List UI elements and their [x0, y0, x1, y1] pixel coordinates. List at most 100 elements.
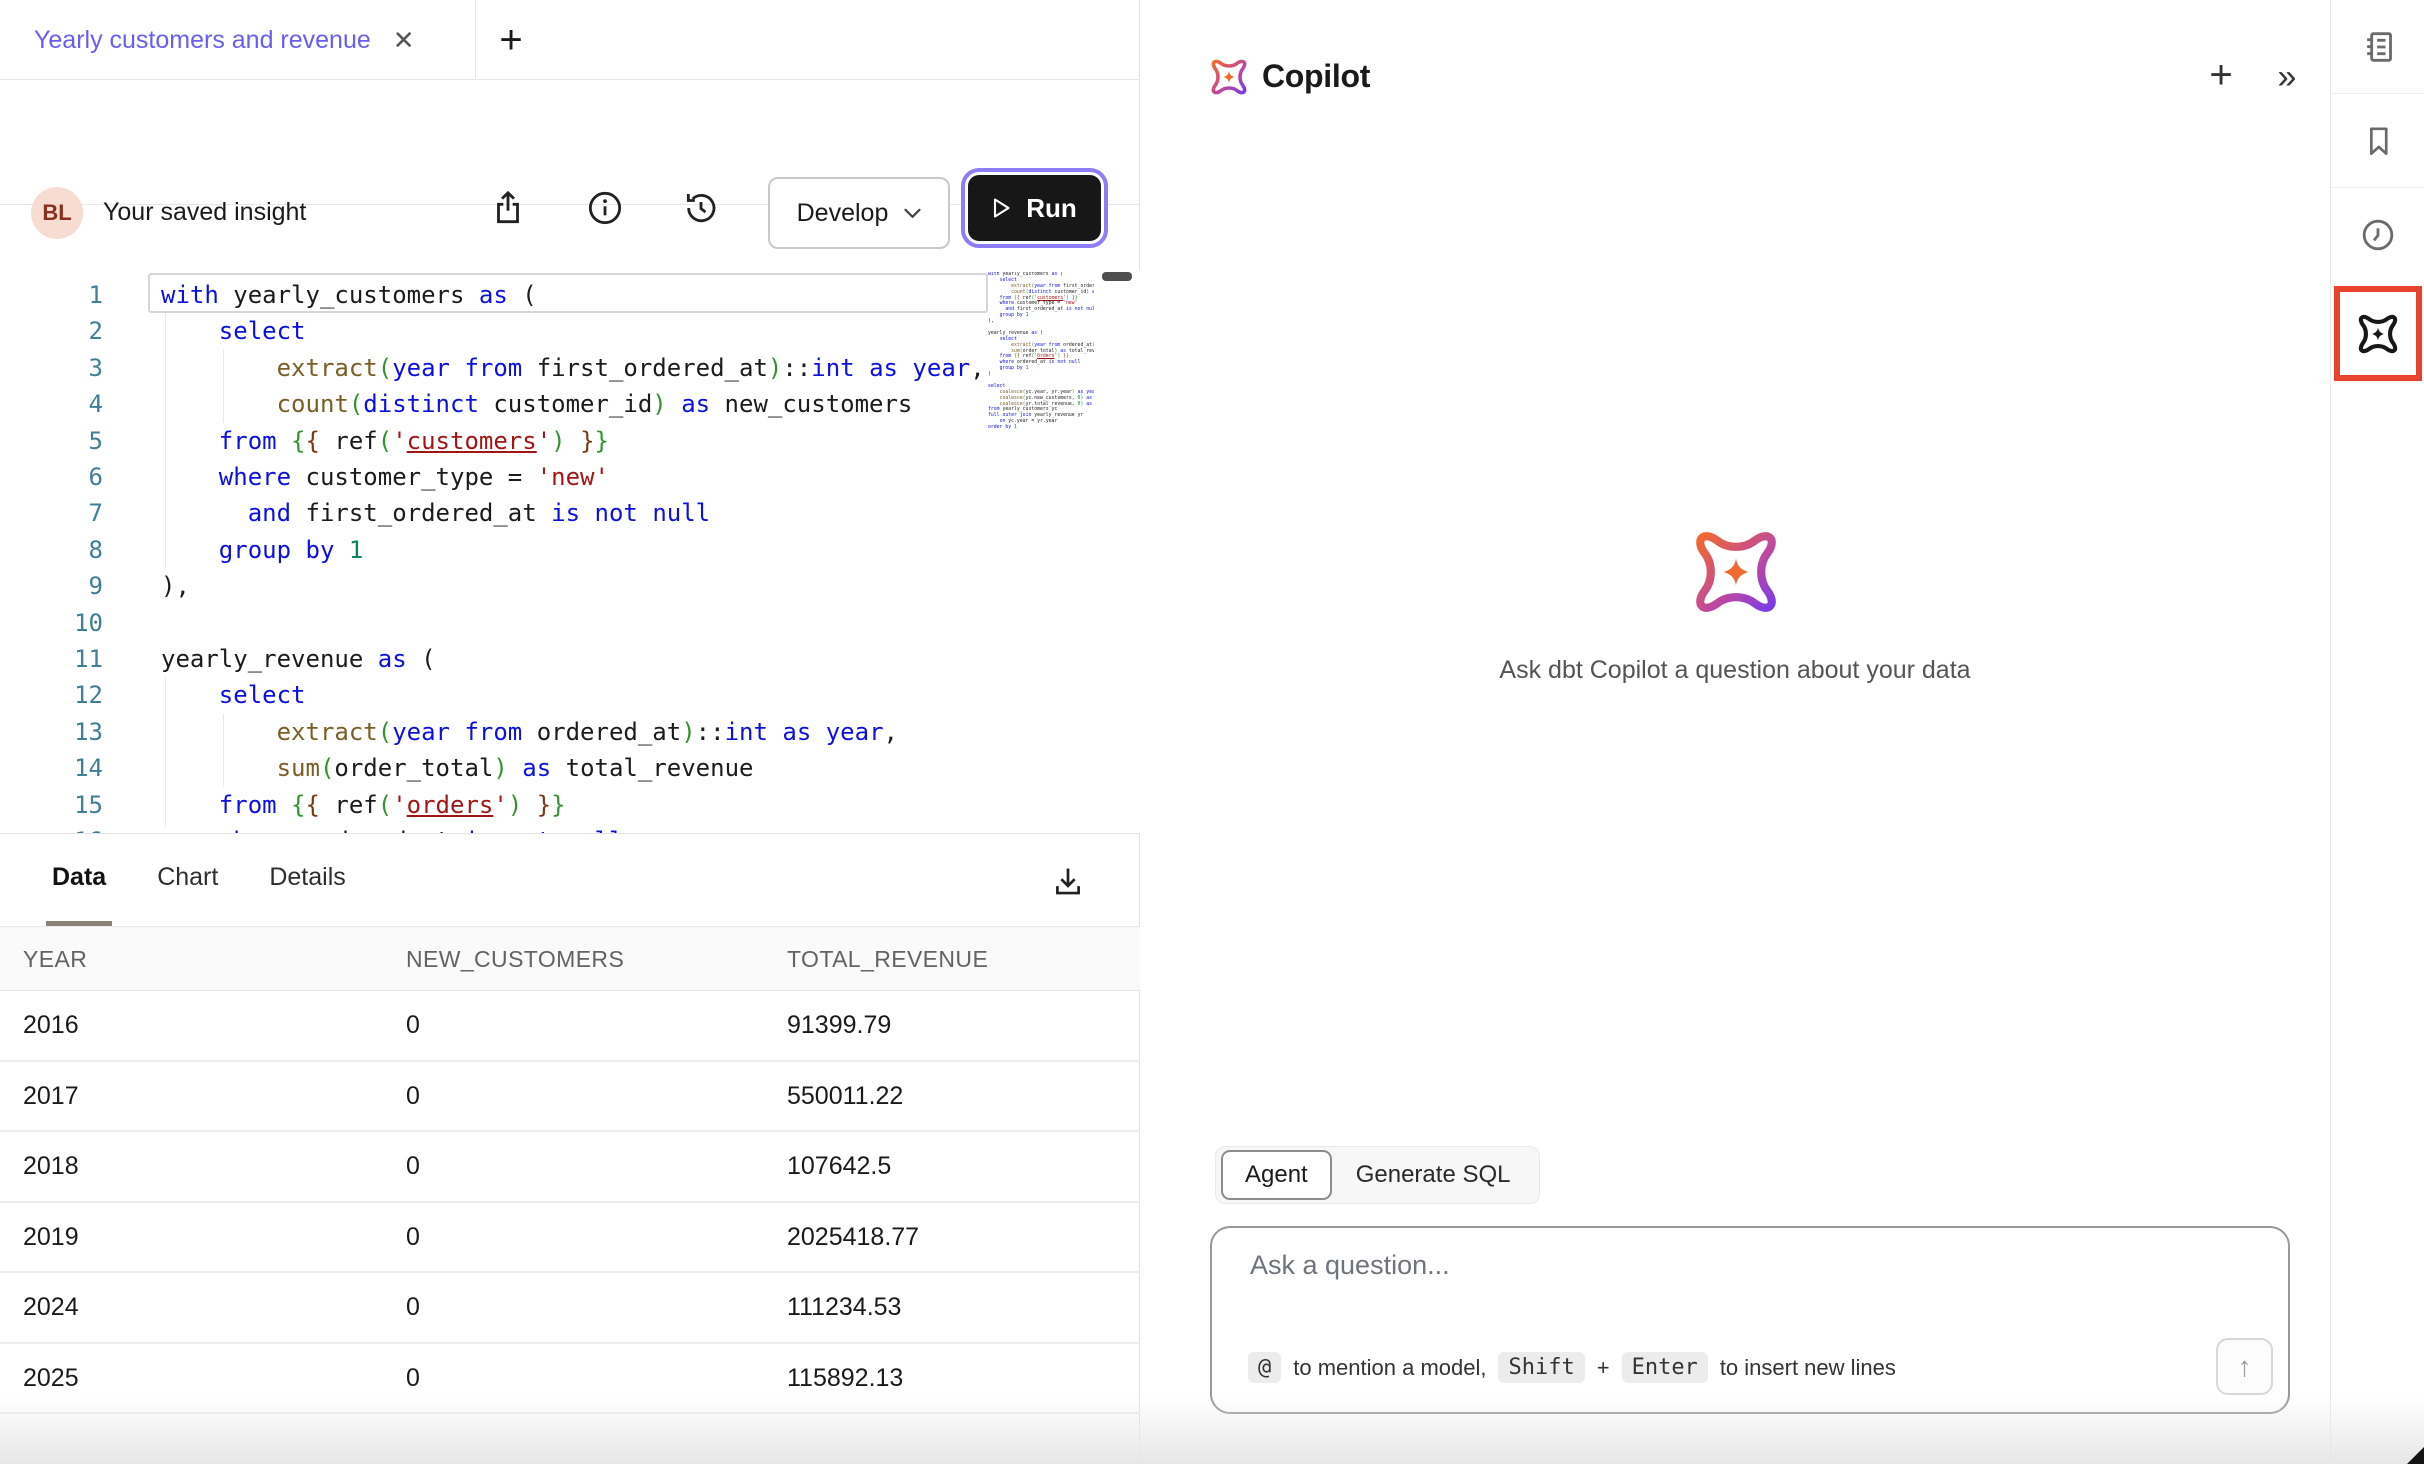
code-line: extract(year from first_ordered_at)::int…: [161, 350, 985, 386]
line-number: 3: [0, 350, 103, 386]
code-line: extract(year from ordered_at)::int as ye…: [161, 714, 898, 750]
line-number: 5: [0, 423, 103, 459]
minimap-line: order by 1: [988, 425, 1094, 431]
code-line: where customer_type = 'new': [161, 459, 609, 495]
mode-generate-sql-button[interactable]: Generate SQL: [1332, 1161, 1535, 1189]
table-cell: 2016: [23, 1011, 79, 1040]
code-line: select: [161, 313, 306, 349]
table-cell: 0: [406, 1011, 420, 1040]
table-cell: 0: [406, 1223, 420, 1252]
indent-guide: [165, 677, 166, 827]
line-number: 1: [0, 277, 103, 313]
app-window: Yearly customers and revenue ✕ + BL Your…: [0, 0, 2424, 1464]
line-number: 8: [0, 532, 103, 568]
table-cell: 115892.13: [787, 1364, 903, 1393]
hint-plus: +: [1597, 1355, 1610, 1381]
indent-guide: [223, 714, 224, 787]
table-header: YEAR NEW_CUSTOMERS TOTAL_REVENUE: [0, 926, 1140, 991]
column-header: NEW_CUSTOMERS: [406, 946, 624, 973]
copilot-panel: Copilot + » Ask dbt Copilot a question a…: [1140, 0, 2330, 1464]
enter-key-badge: Enter: [1622, 1352, 1708, 1383]
at-key-badge: @: [1248, 1352, 1281, 1383]
bookmark-icon: [2359, 122, 2397, 160]
tab-title: Yearly customers and revenue: [34, 26, 371, 55]
up-arrow-icon: ↑: [2238, 1351, 2252, 1383]
table-row: 2019 0 2025418.77: [0, 1203, 1140, 1274]
line-number: 14: [0, 750, 103, 786]
code-line: yearly_revenue as (: [161, 641, 436, 677]
sidebar-item-notebook[interactable]: [2331, 0, 2424, 94]
new-chat-button[interactable]: +: [2198, 52, 2244, 98]
code-line: with yearly_customers as (: [161, 277, 537, 313]
hint-newlines-text: to insert new lines: [1720, 1355, 1896, 1381]
table-cell: 91399.79: [787, 1011, 891, 1040]
resize-corner: [2407, 1447, 2424, 1464]
line-number: 12: [0, 677, 103, 713]
table-row: 20170550011.22: [0, 1062, 1140, 1133]
copilot-mode-toggle: Agent Generate SQL: [1215, 1146, 1540, 1204]
table-row: 2016 0 91399.79: [0, 991, 1140, 1062]
line-number: 10: [0, 605, 103, 641]
code-line: from {{ ref('orders') }}: [161, 787, 566, 823]
new-tab-button[interactable]: +: [488, 0, 534, 80]
editor-scrollbar-thumb[interactable]: [1102, 272, 1132, 281]
table-cell: 0: [406, 1082, 420, 1111]
close-tab-icon[interactable]: ✕: [393, 25, 415, 56]
table-cell: 0: [406, 1293, 420, 1322]
input-hint: @ to mention a model, Shift + Enter to i…: [1248, 1352, 1896, 1383]
table-cell: 0: [406, 1364, 420, 1393]
status-bar: Query completed in 6s Environment: PROD …: [0, 205, 1140, 270]
hint-mention-text: to mention a model,: [1293, 1355, 1486, 1381]
download-results-button[interactable]: [1044, 858, 1092, 906]
line-number: 9: [0, 568, 103, 604]
table-body: 2016091399.7920170550011.2220180107642.5…: [0, 991, 1140, 1414]
code-line: from {{ ref('customers') }}: [161, 423, 609, 459]
results-panel: DataChartDetails YEARNEW_CUSTOMERSTOTAL_…: [0, 833, 1140, 1464]
right-icon-sidebar: [2330, 0, 2424, 1464]
line-number: 6: [0, 459, 103, 495]
input-placeholder: Ask a question...: [1250, 1250, 1450, 1281]
editor-minimap[interactable]: with yearly_customers as ( select extrac…: [988, 272, 1094, 452]
table-cell: 2019: [23, 1223, 79, 1252]
sidebar-item-dbt-copilot-active[interactable]: [2334, 286, 2422, 381]
indent-guide: [165, 313, 166, 569]
download-icon: [1049, 863, 1087, 901]
tab-chart[interactable]: Chart: [151, 834, 224, 926]
code-line: count(distinct customer_id) as new_custo…: [161, 386, 912, 422]
line-number: 15: [0, 787, 103, 823]
sidebar-item-bookmarks[interactable]: [2331, 94, 2424, 188]
send-question-button[interactable]: ↑: [2216, 1338, 2273, 1395]
code-line: group by 1: [161, 532, 363, 568]
tab-yearly-customers-and-revenue[interactable]: Yearly customers and revenue ✕: [0, 0, 476, 80]
sql-code-editor[interactable]: 12345678910111213141516 with yearly_cust…: [0, 270, 1140, 833]
collapse-panel-icon[interactable]: »: [2264, 54, 2310, 100]
insight-toolbar: BL Your saved insight Develop: [0, 80, 1140, 205]
table-cell: 2024: [23, 1293, 79, 1322]
notebook-icon: [2358, 27, 2398, 67]
line-number: 2: [0, 313, 103, 349]
table-row: 2018 0 107642.5: [0, 1132, 1140, 1203]
sidebar-item-history[interactable]: [2331, 188, 2424, 282]
shift-key-badge: Shift: [1498, 1352, 1584, 1383]
table-cell: 107642.5: [787, 1152, 891, 1181]
column-header: TOTAL_REVENUE: [787, 946, 988, 973]
table-cell: 0: [406, 1152, 420, 1181]
indent-guide: [223, 350, 224, 423]
dbt-copilot-logo-icon: [1208, 56, 1250, 98]
code-line: ),: [161, 568, 190, 604]
table-cell: 550011.22: [787, 1082, 903, 1111]
dbt-copilot-empty-state-logo: [1688, 524, 1784, 620]
line-number: 11: [0, 641, 103, 677]
code-line: sum(order_total) as total_revenue: [161, 750, 753, 786]
tab-details[interactable]: Details: [263, 834, 351, 926]
results-tabs: DataChartDetails: [52, 834, 346, 926]
copilot-title: Copilot: [1262, 58, 1370, 95]
tab-data[interactable]: Data: [46, 834, 112, 926]
column-header: YEAR: [23, 946, 87, 973]
copilot-empty-state-text: Ask dbt Copilot a question about your da…: [1140, 656, 2330, 685]
table-cell: 2025: [23, 1364, 79, 1393]
table-cell: 2018: [23, 1152, 79, 1181]
code-line: select: [161, 677, 306, 713]
mode-agent-button[interactable]: Agent: [1221, 1150, 1332, 1200]
table-cell: 2025418.77: [787, 1223, 919, 1252]
